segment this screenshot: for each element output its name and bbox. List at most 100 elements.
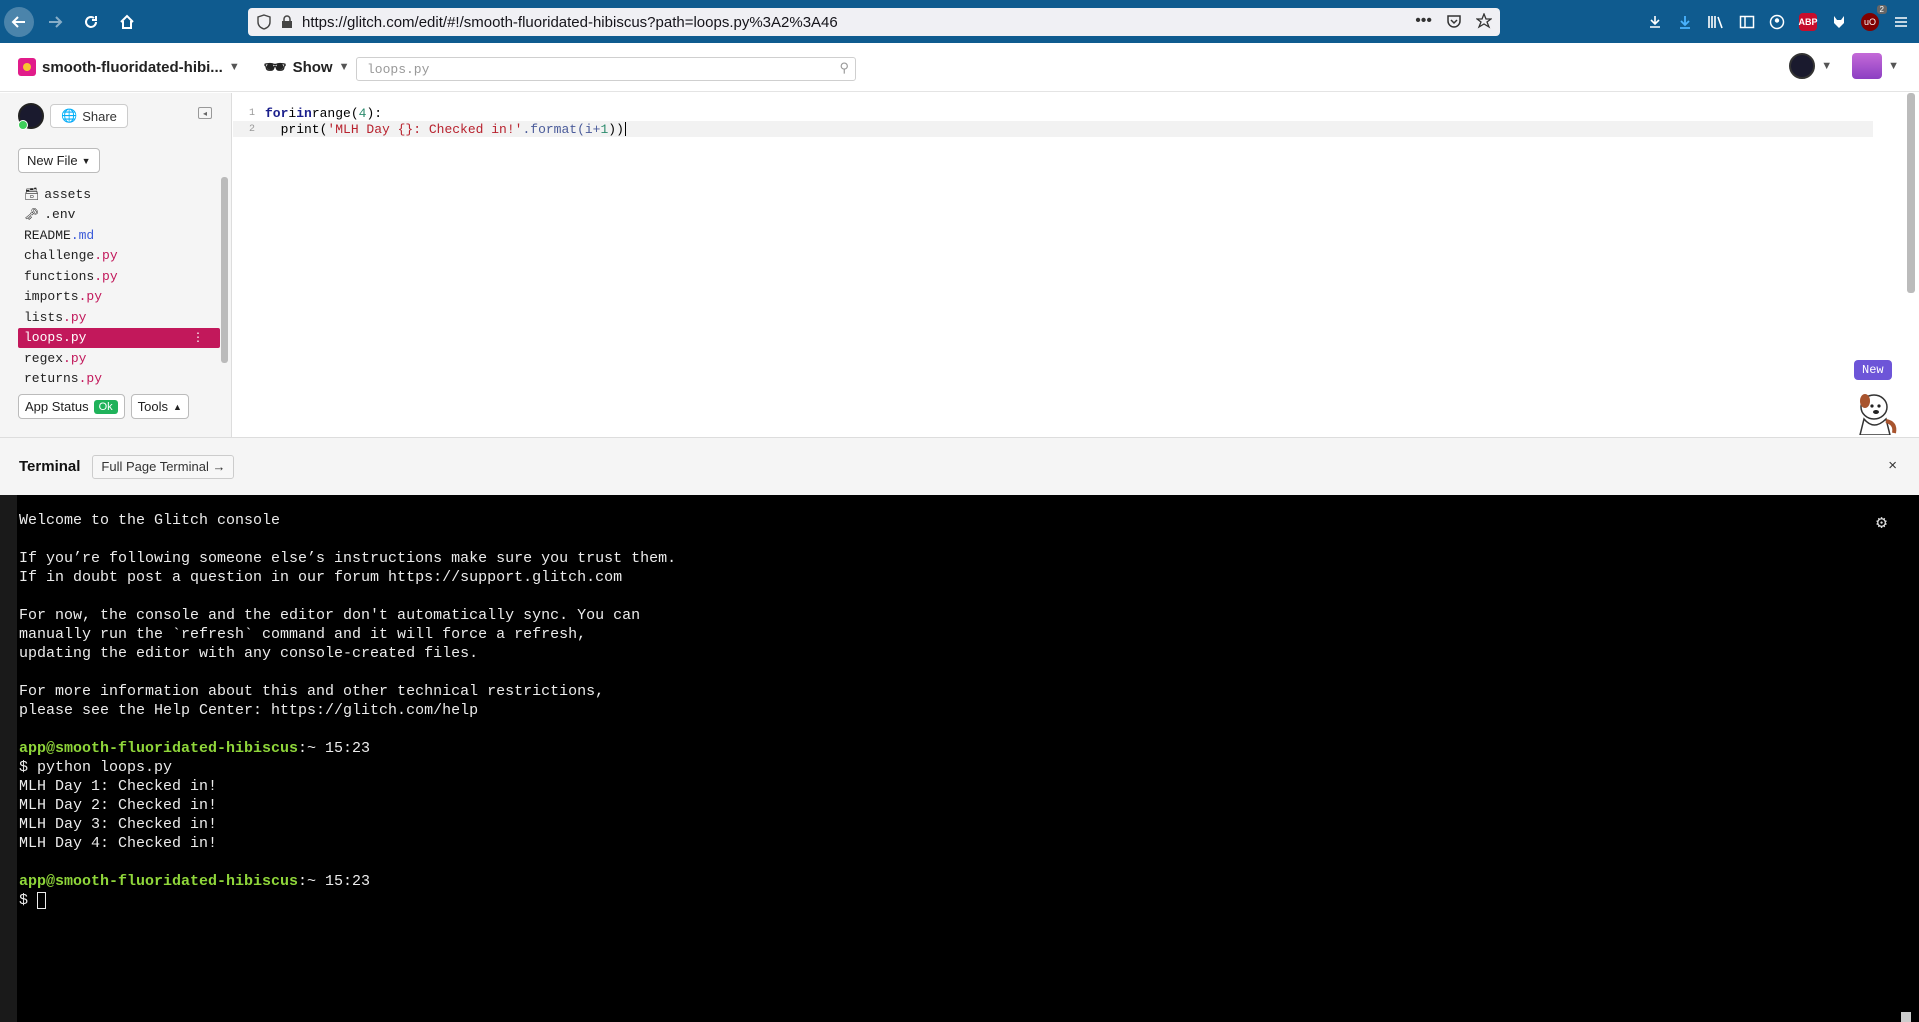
terminal-line: If in doubt post a question in our forum…: [19, 569, 623, 586]
url-bar[interactable]: https://glitch.com/edit/#!/smooth-fluori…: [248, 8, 1500, 36]
app-status-label: App Status: [25, 399, 89, 414]
account-menu[interactable]: ▼: [1852, 53, 1899, 79]
terminal-cursor: [37, 891, 47, 909]
file-options-icon[interactable]: ⋮: [192, 330, 204, 345]
file-item-loops[interactable]: loops .py ⋮: [18, 327, 220, 348]
close-icon[interactable]: ×: [1888, 457, 1897, 474]
settings-gear-icon[interactable]: ⚙: [1876, 512, 1887, 534]
ublock-count-badge: 2: [1876, 4, 1887, 14]
home-button[interactable]: [112, 7, 142, 37]
new-feature-badge[interactable]: New: [1854, 360, 1892, 380]
terminal-line: For more information about this and othe…: [19, 683, 605, 700]
file-item-challenge[interactable]: challenge .py: [18, 246, 220, 267]
sunglasses-icon: 🕶: [263, 56, 287, 77]
user-avatar: [1789, 53, 1816, 79]
tools-button[interactable]: Tools ▲: [130, 394, 189, 419]
search-icon: ⚲: [839, 61, 849, 76]
glitch-header: smooth-fluoridated-hibi... ▼ 🕶 Show ▼ lo…: [0, 43, 1919, 92]
globe-icon: 🌐: [61, 108, 78, 123]
code-editor[interactable]: 1 for i in range(4): 2 print('MLH Day {}…: [233, 93, 1919, 437]
app-status-button[interactable]: App Status Ok: [18, 394, 125, 419]
pocket-icon[interactable]: [1446, 13, 1462, 29]
hamburger-menu-icon[interactable]: [1893, 14, 1909, 30]
file-item-lists[interactable]: lists .py: [18, 307, 220, 328]
account-icon[interactable]: [1769, 14, 1785, 30]
share-button[interactable]: 🌐 Share: [50, 104, 128, 128]
home-icon: [120, 14, 134, 29]
line-number: 2: [248, 123, 255, 135]
tools-label: Tools: [137, 399, 169, 414]
back-button[interactable]: [4, 6, 34, 37]
terminal-scrollbar[interactable]: [1901, 1012, 1911, 1022]
glitch-account-avatar: [1852, 53, 1883, 79]
file-item-imports[interactable]: imports .py: [18, 287, 220, 308]
terminal-line: updating the editor with any console-cre…: [19, 645, 479, 662]
arrow-right-icon: [49, 15, 63, 28]
terminal-input-line[interactable]: $: [19, 891, 676, 910]
dog-mascot-icon[interactable]: [1852, 387, 1900, 435]
browser-toolbar-icons: ABP uO 2: [1647, 0, 1919, 43]
file-item-env[interactable]: 🗝 .env: [18, 205, 220, 226]
terminal-console[interactable]: Welcome to the Glitch console If you’re …: [0, 495, 1919, 1022]
key-icon: 🗝: [24, 208, 40, 223]
reload-button[interactable]: [76, 7, 106, 37]
full-page-terminal-button[interactable]: Full Page Terminal →: [92, 454, 235, 479]
ublock-origin-icon[interactable]: uO 2: [1861, 4, 1887, 31]
terminal-title: Terminal: [19, 458, 81, 475]
file-item-regex[interactable]: regex .py: [18, 348, 220, 369]
show-label: Show: [292, 58, 333, 76]
terminal-line: manually run the `refresh` command and i…: [19, 626, 587, 643]
chevron-down-icon: ▼: [81, 155, 91, 166]
file-item-readme[interactable]: README .md: [18, 225, 220, 246]
file-list: 🗃 assets 🗝 .env README .md challenge .py f…: [18, 184, 220, 389]
collapse-sidebar-button[interactable]: ◂: [198, 107, 212, 119]
terminal-output-line: MLH Day 1: Checked in!: [19, 778, 218, 795]
adblock-plus-icon[interactable]: ABP: [1799, 12, 1818, 31]
status-badge: Ok: [93, 399, 118, 414]
new-file-button[interactable]: New File ▼: [18, 148, 100, 173]
extension-icon[interactable]: [1647, 14, 1663, 30]
chevron-down-icon: ▼: [228, 61, 240, 73]
terminal-line: For now, the console and the editor don'…: [19, 607, 641, 624]
terminal-prompt: app@smooth-fluoridated-hibiscus:~ 15:23: [19, 873, 371, 890]
project-name: smooth-fluoridated-hibi...: [42, 58, 223, 76]
terminal-line: If you’re following someone else’s instr…: [19, 550, 677, 567]
sidebar-toggle-icon[interactable]: [1739, 14, 1755, 30]
library-icon[interactable]: [1707, 14, 1725, 30]
editor-scrollbar[interactable]: [1907, 93, 1915, 293]
download-icon[interactable]: [1677, 14, 1693, 30]
lock-icon[interactable]: [280, 15, 294, 29]
show-button[interactable]: 🕶 Show ▼: [264, 57, 350, 78]
terminal-prompt: app@smooth-fluoridated-hibiscus:~ 15:23: [19, 740, 371, 757]
chevron-up-icon: ▲: [173, 401, 182, 412]
collaborator-menu[interactable]: ▼: [1789, 53, 1832, 79]
reload-icon: [85, 15, 97, 28]
project-menu-button[interactable]: smooth-fluoridated-hibi... ▼: [18, 58, 240, 76]
terminal-line: Welcome to the Glitch console: [19, 512, 281, 529]
bookmark-star-icon[interactable]: [1476, 13, 1492, 29]
sidebar-scrollbar[interactable]: [221, 177, 228, 363]
arrow-left-icon: [11, 15, 25, 28]
terminal-output: Welcome to the Glitch console If you’re …: [19, 511, 676, 910]
terminal-output-line: MLH Day 2: Checked in!: [19, 797, 218, 814]
code-line[interactable]: 1 for i in range(4):: [233, 105, 1873, 121]
chevron-down-icon: ▼: [1821, 60, 1833, 72]
file-item-assets[interactable]: 🗃 assets: [18, 184, 220, 205]
more-actions-icon[interactable]: •••: [1415, 12, 1432, 30]
new-file-label: New File: [27, 153, 78, 168]
file-search-value: loops.py: [367, 61, 430, 77]
file-item-returns[interactable]: returns .py: [18, 369, 220, 390]
user-avatar[interactable]: [18, 103, 44, 130]
file-item-functions[interactable]: functions .py: [18, 266, 220, 287]
tracking-shield-icon[interactable]: [256, 14, 272, 30]
forward-button[interactable]: [40, 7, 70, 37]
fox-extension-icon[interactable]: [1831, 14, 1847, 30]
code-line-active[interactable]: 2 print('MLH Day {}: Checked in!' .format…: [233, 121, 1873, 137]
url-text[interactable]: https://glitch.com/edit/#!/smooth-fluori…: [302, 14, 838, 31]
terminal-command: $ python loops.py: [19, 759, 173, 776]
file-search-input[interactable]: loops.py ⚲: [356, 57, 856, 81]
line-number: 1: [248, 107, 255, 119]
